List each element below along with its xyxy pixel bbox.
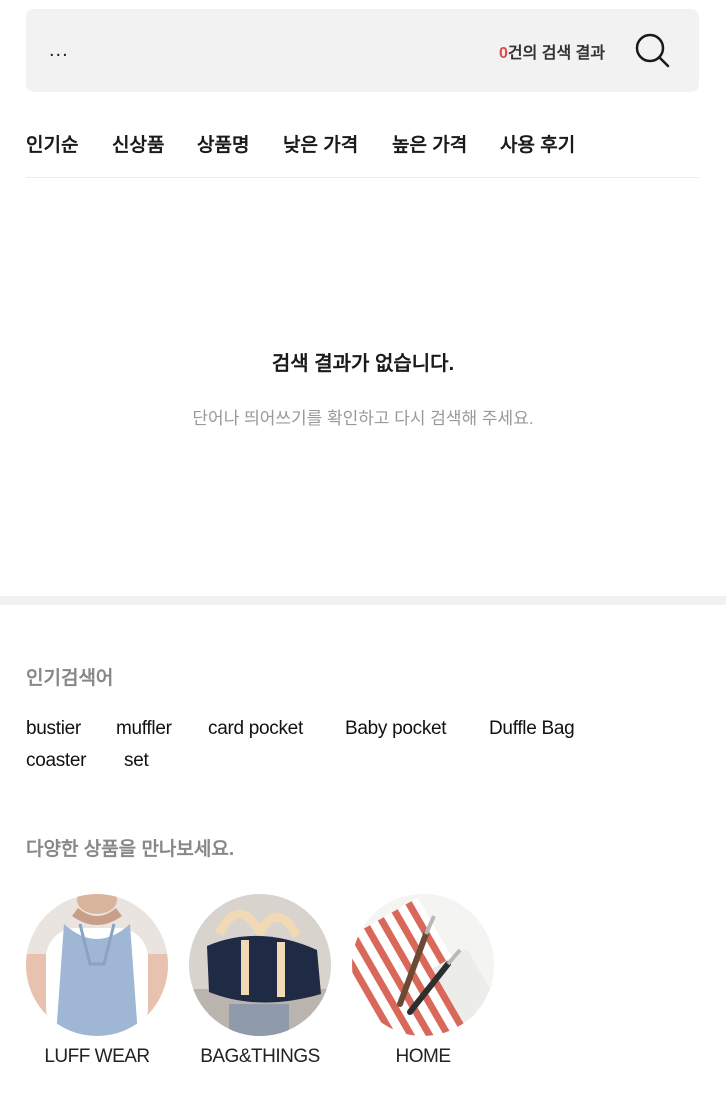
category-luff-wear[interactable]: LUFF WEAR: [26, 894, 168, 1068]
search-input[interactable]: ...: [49, 39, 69, 62]
keyword-link[interactable]: set: [124, 750, 149, 772]
empty-result-subtitle: 단어나 띄어쓰기를 확인하고 다시 검색해 주세요.: [192, 409, 534, 428]
tab-reviews[interactable]: 사용 후기: [500, 130, 575, 157]
tab-popular[interactable]: 인기순: [26, 130, 78, 157]
category-home[interactable]: HOME: [352, 894, 494, 1068]
keyword-link[interactable]: Duffle Bag: [489, 718, 575, 740]
keyword-link[interactable]: card pocket: [208, 718, 303, 740]
category-image-home: [352, 894, 494, 1036]
category-label: LUFF WEAR: [44, 1046, 150, 1067]
tab-low-price[interactable]: 낮은 가격: [283, 130, 358, 157]
tab-high-price[interactable]: 높은 가격: [392, 130, 467, 157]
keyword-link[interactable]: Baby pocket: [345, 718, 447, 740]
tab-new[interactable]: 신상품: [112, 130, 164, 157]
category-image-luff-wear: [26, 894, 168, 1036]
search-icon[interactable]: [633, 31, 673, 71]
result-count-label: 건의 검색 결과: [507, 45, 606, 62]
tab-name[interactable]: 상품명: [197, 130, 249, 157]
category-image-bag-things: [189, 894, 331, 1036]
result-count: 0건의 검색 결과: [499, 39, 605, 63]
categories-title: 다양한 상품을 만나보세요.: [26, 839, 235, 860]
search-bar[interactable]: ... 0건의 검색 결과: [26, 9, 699, 92]
category-bag-things[interactable]: BAG&THINGS: [189, 894, 331, 1068]
sort-tabs: 인기순 신상품 상품명 낮은 가격 높은 가격 사용 후기: [26, 128, 699, 178]
keyword-link[interactable]: muffler: [116, 718, 172, 740]
empty-result-title: 검색 결과가 없습니다.: [271, 353, 455, 375]
section-divider: [0, 596, 726, 605]
category-label: HOME: [395, 1046, 452, 1067]
keyword-link[interactable]: bustier: [26, 718, 81, 740]
keyword-link[interactable]: coaster: [26, 750, 87, 772]
category-label: BAG&THINGS: [200, 1046, 320, 1067]
result-count-number: 0: [499, 45, 508, 62]
popular-keywords-title: 인기검색어: [26, 668, 114, 689]
